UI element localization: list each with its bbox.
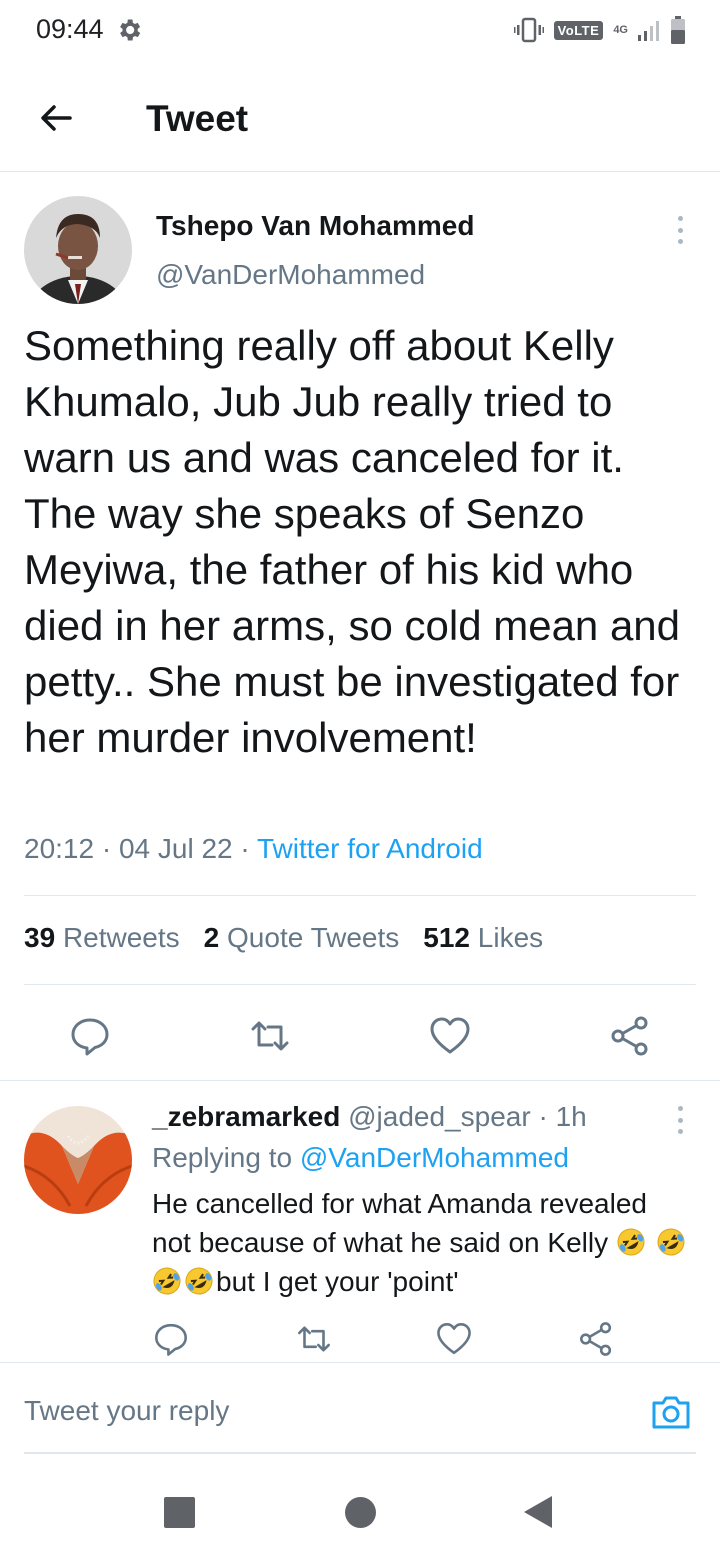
retweet-icon[interactable] bbox=[248, 1014, 292, 1058]
gear-icon bbox=[120, 19, 141, 41]
author-handle[interactable]: @VanDerMohammed bbox=[156, 259, 425, 291]
back-triangle-icon[interactable] bbox=[522, 1494, 554, 1530]
divider bbox=[24, 984, 696, 985]
status-time: 09:44 bbox=[36, 14, 104, 44]
page-title: Tweet bbox=[146, 98, 249, 139]
tweet-time: 20:12 bbox=[24, 833, 95, 864]
tweet-date: 04 Jul 22 bbox=[118, 833, 233, 864]
back-arrow-icon[interactable] bbox=[36, 98, 76, 138]
divider bbox=[0, 1080, 720, 1081]
laughing-emoji-icon bbox=[153, 1267, 181, 1295]
reply-icon[interactable] bbox=[152, 1320, 190, 1358]
app-header: Tweet bbox=[0, 64, 720, 172]
tweet-text: Something really off about Kelly Khumalo… bbox=[24, 322, 681, 761]
more-options-icon[interactable] bbox=[670, 212, 690, 248]
reply-icon[interactable] bbox=[68, 1014, 112, 1058]
likes-count: 512 bbox=[423, 922, 470, 953]
author-name[interactable]: Tshepo Van Mohammed bbox=[156, 210, 474, 242]
divider bbox=[24, 895, 696, 896]
system-nav-bar bbox=[0, 1466, 720, 1560]
likes-label: Likes bbox=[477, 922, 544, 953]
laughing-emoji-icon bbox=[657, 1228, 685, 1256]
reply-input[interactable]: Tweet your reply bbox=[24, 1395, 229, 1427]
volte-badge: VoLTE bbox=[553, 20, 604, 40]
battery-icon bbox=[671, 16, 685, 44]
reply-more-options-icon[interactable] bbox=[670, 1102, 690, 1138]
reply-actions bbox=[0, 1318, 720, 1362]
reply-text-part2: but I get your 'point' bbox=[216, 1266, 459, 1297]
laughing-emoji-icon bbox=[185, 1267, 213, 1295]
reply-header: _zebramarked @jaded_spear · 1h bbox=[152, 1101, 587, 1133]
home-button[interactable] bbox=[345, 1497, 376, 1528]
avatar[interactable] bbox=[24, 196, 132, 304]
vibrate-icon bbox=[513, 17, 544, 43]
meta-separator: · bbox=[538, 1101, 548, 1132]
reply-text-part1: He cancelled for what Amanda revealed no… bbox=[152, 1188, 647, 1258]
tweet-actions bbox=[0, 1006, 720, 1062]
replying-prefix: Replying to bbox=[152, 1142, 293, 1173]
quotes-label: Quote Tweets bbox=[227, 922, 400, 953]
reply-age: 1h bbox=[555, 1101, 587, 1132]
share-icon[interactable] bbox=[608, 1014, 652, 1058]
likes-stat[interactable]: 512 Likes bbox=[423, 922, 543, 954]
tweet-meta: 20:12 · 04 Jul 22 · Twitter for Android bbox=[24, 833, 483, 865]
signal-icon bbox=[638, 21, 659, 41]
like-heart-icon[interactable] bbox=[428, 1014, 472, 1058]
like-heart-icon[interactable] bbox=[435, 1320, 473, 1358]
input-underline bbox=[24, 1452, 696, 1454]
recents-button[interactable] bbox=[164, 1497, 195, 1528]
quotes-count: 2 bbox=[203, 922, 220, 953]
replying-to: Replying to @VanDerMohammed bbox=[152, 1142, 569, 1174]
tweet-stats: 39 Retweets 2 Quote Tweets 512 Likes bbox=[24, 922, 543, 954]
reply-author-handle[interactable]: @jaded_spear bbox=[348, 1101, 531, 1132]
retweets-label: Retweets bbox=[62, 922, 180, 953]
meta-separator: · bbox=[240, 833, 250, 864]
avatar[interactable] bbox=[24, 1106, 132, 1214]
reply-author-name[interactable]: _zebramarked bbox=[152, 1101, 340, 1132]
retweets-count: 39 bbox=[24, 922, 56, 953]
reply-compose-bar[interactable]: Tweet your reply bbox=[0, 1363, 720, 1455]
quotes-stat[interactable]: 2 Quote Tweets bbox=[204, 922, 400, 954]
meta-separator: · bbox=[101, 833, 112, 864]
status-bar: 09:44 VoLTE 4G bbox=[0, 0, 720, 64]
replying-mention-link[interactable]: @VanDerMohammed bbox=[300, 1142, 569, 1173]
laughing-emoji-icon bbox=[617, 1228, 645, 1256]
network-type: 4G bbox=[613, 23, 628, 36]
retweet-icon[interactable] bbox=[295, 1320, 333, 1358]
status-icons: VoLTE 4G bbox=[513, 14, 686, 46]
retweets-stat[interactable]: 39 Retweets bbox=[24, 922, 180, 954]
author-avatar-image bbox=[24, 196, 132, 304]
share-icon[interactable] bbox=[577, 1320, 615, 1358]
tweet-source-link[interactable]: Twitter for Android bbox=[257, 833, 483, 864]
camera-icon[interactable] bbox=[650, 1391, 692, 1433]
reply-text: He cancelled for what Amanda revealed no… bbox=[152, 1184, 692, 1301]
reply-avatar-image bbox=[24, 1106, 132, 1214]
